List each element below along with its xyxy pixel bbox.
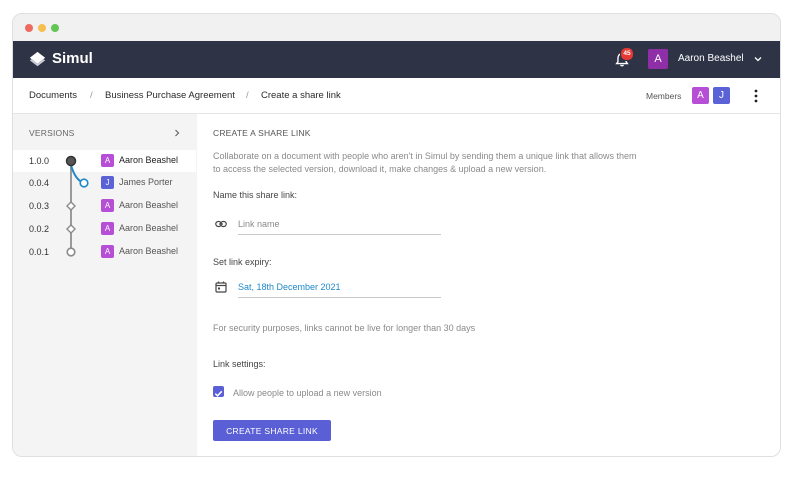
breadcrumb-separator: / [246,90,249,101]
author-avatar: A [101,222,114,235]
expiry-date-picker[interactable]: Sat, 18th December 2021 [238,277,441,298]
breadcrumb-current: Create a share link [261,90,341,101]
minimize-window-button[interactable] [38,24,46,32]
version-row[interactable]: 0.0.4 J James Porter [13,172,196,194]
author-avatar: A [101,245,114,258]
version-row[interactable]: 0.0.2 A Aaron Beashel [13,218,196,240]
allow-upload-label[interactable]: Allow people to upload a new version [233,388,382,398]
app-header: Simul 45 A Aaron Beashel [13,41,780,78]
share-link-panel: CREATE A SHARE LINK Collaborate on a doc… [197,114,780,456]
window-titlebar [13,14,780,41]
version-number: 1.0.0 [29,156,50,166]
create-share-link-button[interactable]: CREATE SHARE LINK [213,420,331,441]
author-avatar: J [101,176,114,189]
author-avatar: A [101,154,114,167]
more-options-icon[interactable] [753,88,759,104]
app-name: Simul [52,50,93,67]
settings-label: Link settings: [213,359,266,369]
share-description: Collaborate on a document with people wh… [213,151,637,174]
user-name[interactable]: Aaron Beashel [678,53,744,64]
checkmark-icon [214,390,223,397]
chevron-right-icon[interactable] [173,128,181,138]
link-icon [215,220,227,228]
version-number: 0.0.4 [29,178,50,188]
versions-sidebar: VERSIONS 1.0.0 A Aaron Beashel 0.0.4 J J… [13,114,196,456]
breadcrumb-documents[interactable]: Documents [29,90,77,101]
version-number: 0.0.3 [29,201,50,211]
author-name: Aaron Beashel [119,155,179,165]
link-name-input[interactable] [238,214,441,235]
close-window-button[interactable] [25,24,33,32]
breadcrumb-bar: Documents / Business Purchase Agreement … [13,78,780,114]
expiry-label: Set link expiry: [213,257,272,267]
version-number: 0.0.2 [29,224,50,234]
version-row[interactable]: 1.0.0 A Aaron Beashel [13,150,196,172]
chevron-down-icon[interactable] [753,54,763,64]
user-avatar[interactable]: A [648,49,668,69]
members-label: Members [646,91,682,101]
maximize-window-button[interactable] [51,24,59,32]
breadcrumb-separator: / [90,90,93,101]
author-name: James Porter [119,177,173,187]
breadcrumb-document[interactable]: Business Purchase Agreement [105,90,235,101]
author-name: Aaron Beashel [119,223,179,233]
version-row[interactable]: 0.0.1 A Aaron Beashel [13,241,196,263]
notification-count-badge: 45 [620,47,634,61]
simul-logo-icon [29,51,46,67]
allow-upload-checkbox[interactable] [213,386,224,397]
member-avatar[interactable]: A [692,87,709,104]
member-avatar[interactable]: J [713,87,730,104]
author-avatar: A [101,199,114,212]
name-label: Name this share link: [213,190,298,200]
section-title: CREATE A SHARE LINK [213,128,311,138]
author-name: Aaron Beashel [119,200,179,210]
app-window: Simul 45 A Aaron Beashel Documents / Bus… [12,13,781,457]
version-number: 0.0.1 [29,247,50,257]
calendar-icon [215,281,227,293]
version-row[interactable]: 0.0.3 A Aaron Beashel [13,195,196,217]
author-name: Aaron Beashel [119,246,179,256]
security-note: For security purposes, links cannot be l… [213,323,476,333]
versions-header: VERSIONS [29,128,75,138]
